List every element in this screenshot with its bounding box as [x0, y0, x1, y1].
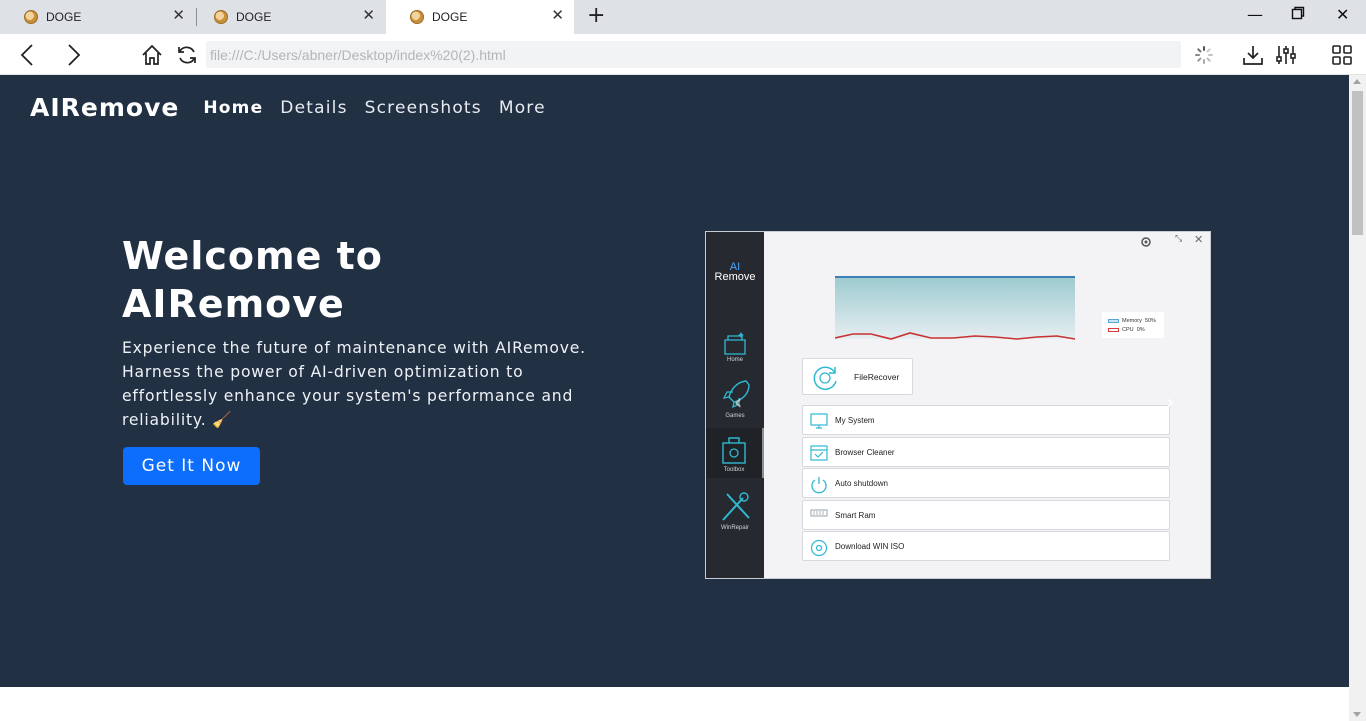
my-system-icon: [810, 413, 828, 429]
page-scrollbar[interactable]: [1349, 75, 1366, 721]
app-row-browser-cleaner: Browser Cleaner: [802, 437, 1170, 467]
usage-graph: [835, 276, 1075, 340]
download-icon[interactable]: [1240, 34, 1266, 75]
app-side-toolbox: Toolbox: [706, 428, 764, 478]
tab-bar: DOGE ✕ DOGE ✕ DOGE ✕ + — ✕: [0, 0, 1366, 34]
app-minimize-icon: ⤡: [1175, 234, 1183, 244]
restore-icon[interactable]: [1291, 5, 1305, 24]
back-icon[interactable]: [14, 34, 40, 75]
app-screenshot: AI Remove Home Games Toolbox WinRepair ⤡…: [705, 231, 1211, 579]
browser-toolbar: file:///C:/Users/abner/Desktop/index%20(…: [0, 34, 1366, 75]
close-tab-icon[interactable]: ✕: [172, 8, 185, 24]
forward-icon[interactable]: [61, 34, 87, 75]
scrollbar-thumb[interactable]: [1352, 91, 1363, 235]
tab-3-active[interactable]: DOGE ✕: [386, 0, 574, 34]
app-settings-icon: [1141, 237, 1151, 247]
hero-section: AIRemove Home Details Screenshots More W…: [0, 75, 1349, 687]
doge-favicon-icon: [214, 10, 228, 24]
close-tab-icon[interactable]: ✕: [551, 8, 564, 24]
tab-title: DOGE: [46, 10, 82, 24]
legend-memory: Memory 50%: [1108, 317, 1164, 326]
new-tab-icon[interactable]: +: [587, 5, 605, 27]
app-row-smart-ram: Smart Ram: [802, 500, 1170, 530]
power-icon: [811, 477, 827, 494]
site-brand[interactable]: AIRemove: [30, 93, 179, 122]
scroll-up-icon[interactable]: [1353, 79, 1361, 84]
app-side-winrepair: WinRepair: [706, 490, 764, 532]
nav-home[interactable]: Home: [203, 98, 263, 118]
app-row-my-system: My System: [802, 405, 1170, 435]
hero-title: Welcome to AIRemove: [122, 234, 383, 326]
loading-spinner-icon: [1192, 34, 1216, 75]
close-tab-icon[interactable]: ✕: [362, 8, 375, 24]
get-it-now-button[interactable]: Get It Now: [123, 447, 260, 485]
app-side-home: Home: [706, 330, 764, 368]
hero-lead: Experience the future of maintenance wit…: [122, 336, 600, 432]
legend-cpu: CPU 0%: [1108, 326, 1164, 335]
tab-1[interactable]: DOGE ✕: [0, 0, 195, 34]
minimize-icon[interactable]: —: [1247, 5, 1263, 24]
tab-title: DOGE: [236, 10, 272, 24]
nav-details[interactable]: Details: [280, 98, 347, 118]
app-row-download-win-iso: Download WIN ISO: [802, 531, 1170, 561]
browser-cleaner-icon: [810, 445, 828, 461]
address-bar[interactable]: file:///C:/Users/abner/Desktop/index%20(…: [206, 41, 1181, 68]
reload-icon[interactable]: [174, 34, 200, 75]
carousel-prev-icon[interactable]: ‹: [734, 390, 742, 414]
app-close-icon: ✕: [1194, 233, 1204, 246]
page-viewport: AIRemove Home Details Screenshots More W…: [0, 75, 1349, 721]
doge-favicon-icon: [24, 10, 38, 24]
tab-title: DOGE: [432, 10, 468, 24]
site-nav: AIRemove Home Details Screenshots More: [30, 93, 563, 122]
home-icon[interactable]: [139, 34, 165, 75]
window-close-icon[interactable]: ✕: [1336, 5, 1349, 24]
apps-grid-icon[interactable]: [1329, 34, 1355, 75]
doge-favicon-icon: [410, 10, 424, 24]
carousel-next-icon[interactable]: ›: [1166, 390, 1174, 414]
hero-lead-text: Experience the future of maintenance wit…: [122, 339, 586, 429]
ram-icon: [810, 509, 828, 517]
disc-icon: [810, 539, 828, 557]
nav-screenshots[interactable]: Screenshots: [365, 98, 482, 118]
nav-more[interactable]: More: [499, 98, 546, 118]
usage-legend: Memory 50% CPU 0%: [1102, 312, 1164, 338]
address-url: file:///C:/Users/abner/Desktop/index%20(…: [210, 46, 506, 63]
app-row-auto-shutdown: Auto shutdown: [802, 468, 1170, 498]
broom-emoji-icon: 🧹: [212, 411, 233, 429]
file-recover-icon: [813, 366, 837, 390]
settings-sliders-icon[interactable]: [1273, 34, 1299, 75]
tab-2[interactable]: DOGE ✕: [190, 0, 385, 34]
scroll-down-icon[interactable]: [1353, 712, 1361, 717]
app-logo: AI Remove: [714, 261, 756, 283]
file-recover-card: FileRecover: [802, 358, 913, 395]
